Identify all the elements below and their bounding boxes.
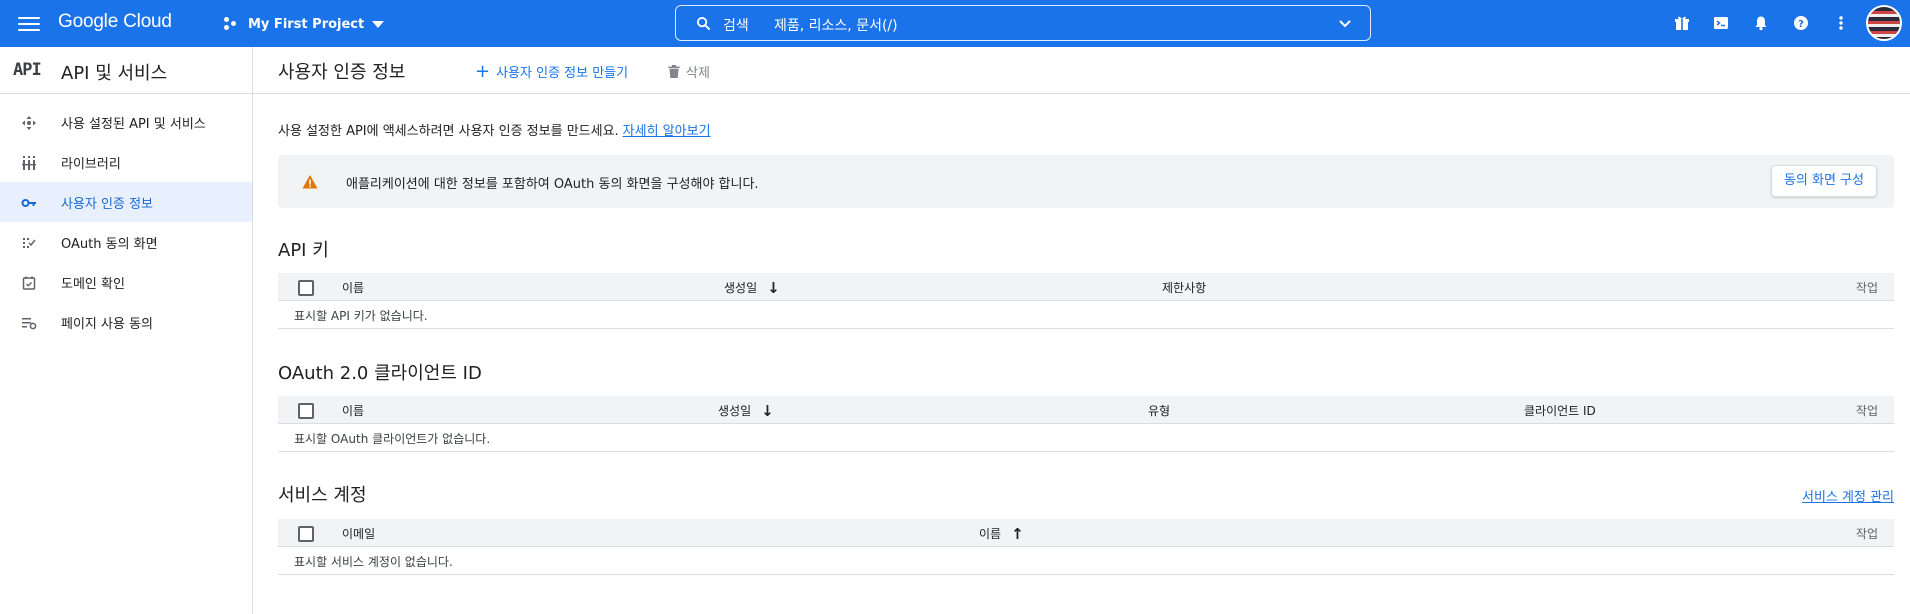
configure-consent-button[interactable]: 동의 화면 구성 xyxy=(1770,165,1877,197)
sidebar-item-label: 도메인 확인 xyxy=(61,277,125,292)
arrow-down-icon: ↓ xyxy=(761,402,774,420)
sidebar-item-label: 페이지 사용 동의 xyxy=(61,317,153,332)
sidebar-item-credentials[interactable]: 사용자 인증 정보 xyxy=(0,182,252,222)
column-created[interactable]: 생성일 ↓ xyxy=(724,279,780,296)
search-label: 검색 xyxy=(723,18,749,34)
avatar[interactable] xyxy=(1866,5,1902,41)
help-icon[interactable]: ? xyxy=(1790,12,1812,34)
trash-icon xyxy=(668,65,680,78)
select-all-checkbox[interactable] xyxy=(298,280,314,296)
menu-icon[interactable] xyxy=(18,13,40,33)
search-placeholder: 제품, 리소스, 문서(/) xyxy=(774,18,898,34)
column-name-label: 이름 xyxy=(979,527,1002,541)
empty-message: 표시할 OAuth 클라이언트가 없습니다. xyxy=(294,432,491,446)
arrow-up-icon: ↑ xyxy=(1011,525,1024,543)
project-name: My First Project xyxy=(248,16,365,32)
enabled-apis-icon xyxy=(22,116,36,130)
oauth-clients-title: OAuth 2.0 클라이언트 ID xyxy=(278,363,482,384)
project-icon xyxy=(224,17,240,31)
intro-description: 사용 설정한 API에 액세스하려면 사용자 인증 정보를 만드세요. xyxy=(278,124,619,139)
search-bar[interactable]: 검색 제품, 리소스, 문서(/) xyxy=(675,5,1371,41)
sidebar-item-enabled-apis[interactable]: 사용 설정된 API 및 서비스 xyxy=(0,102,252,142)
intro-text: 사용 설정한 API에 액세스하려면 사용자 인증 정보를 만드세요. 자세히 알… xyxy=(278,120,711,139)
warning-icon xyxy=(302,175,318,189)
create-credentials-label: 사용자 인증 정보 만들기 xyxy=(496,66,629,81)
empty-message: 표시할 API 키가 없습니다. xyxy=(294,309,428,323)
table-header: 이름 생성일 ↓ 유형 클라이언트 ID 작업 xyxy=(278,396,1894,424)
learn-more-link[interactable]: 자세히 알아보기 xyxy=(623,124,711,139)
project-selector[interactable]: My First Project xyxy=(224,13,385,35)
arrow-down-icon: ↓ xyxy=(767,279,780,297)
table-header: 이메일 이름 ↑ 작업 xyxy=(278,519,1894,547)
sidebar-header: API API 및 서비스 xyxy=(0,47,253,94)
plus-icon: + xyxy=(475,60,491,82)
gift-icon[interactable] xyxy=(1671,12,1693,34)
empty-row: 표시할 API 키가 없습니다. xyxy=(278,301,1894,329)
more-vert-icon[interactable] xyxy=(1830,12,1852,34)
column-created[interactable]: 생성일 ↓ xyxy=(718,402,774,419)
sidebar: API API 및 서비스 사용 설정된 API 및 서비스 라이브러리 사용자… xyxy=(0,47,253,614)
manage-service-accounts-link[interactable]: 서비스 계정 관리 xyxy=(1802,486,1894,505)
terminal-icon[interactable] xyxy=(1710,12,1732,34)
api-keys-title: API 키 xyxy=(278,240,329,261)
column-client-id: 클라이언트 ID xyxy=(1524,404,1596,418)
page-usage-icon xyxy=(22,318,37,330)
page-title: 사용자 인증 정보 xyxy=(278,62,406,83)
table-header: 이름 생성일 ↓ 제한사항 작업 xyxy=(278,273,1894,301)
column-name[interactable]: 이름 xyxy=(342,279,364,296)
library-icon xyxy=(22,156,36,170)
column-actions: 작업 xyxy=(1855,404,1878,418)
sidebar-item-label: 라이브러리 xyxy=(61,157,121,172)
search-icon xyxy=(696,16,711,31)
sidebar-item-page-usage[interactable]: 페이지 사용 동의 xyxy=(0,302,252,342)
consent-warning-banner: 애플리케이션에 대한 정보를 포함하여 OAuth 동의 화면을 구성해야 합니… xyxy=(278,155,1894,208)
sidebar-item-library[interactable]: 라이브러리 xyxy=(0,142,252,182)
delete-label: 삭제 xyxy=(686,66,710,81)
column-restrictions: 제한사항 xyxy=(1162,281,1207,295)
select-all-checkbox[interactable] xyxy=(298,526,314,542)
top-bar: Google Cloud My First Project 검색 제품, 리소스… xyxy=(0,0,1910,47)
column-name[interactable]: 이름 ↑ xyxy=(979,525,1024,542)
empty-message: 표시할 서비스 계정이 없습니다. xyxy=(294,555,453,569)
sidebar-item-oauth-consent[interactable]: OAuth 동의 화면 xyxy=(0,222,252,262)
oauth-icon xyxy=(23,238,36,248)
sidebar-item-label: 사용자 인증 정보 xyxy=(61,197,153,212)
domain-check-icon xyxy=(22,276,36,290)
google-cloud-logo[interactable]: Google Cloud xyxy=(58,11,172,33)
api-logo: API xyxy=(13,60,42,80)
chevron-down-icon[interactable] xyxy=(1338,17,1352,31)
delete-button[interactable]: 삭제 xyxy=(668,62,710,81)
column-type[interactable]: 유형 xyxy=(1148,402,1170,419)
bell-icon[interactable] xyxy=(1750,12,1772,34)
select-all-checkbox[interactable] xyxy=(298,403,314,419)
sidebar-item-label: 사용 설정된 API 및 서비스 xyxy=(61,117,206,132)
service-accounts-title: 서비스 계정 xyxy=(278,485,367,506)
column-name[interactable]: 이름 xyxy=(342,402,364,419)
empty-row: 표시할 OAuth 클라이언트가 없습니다. xyxy=(278,424,1894,452)
caret-down-icon xyxy=(372,20,385,28)
svg-text:?: ? xyxy=(1798,19,1804,30)
sidebar-title: API 및 서비스 xyxy=(61,63,168,84)
column-actions: 작업 xyxy=(1855,527,1878,541)
sidebar-item-domain-verification[interactable]: 도메인 확인 xyxy=(0,262,252,302)
column-actions: 작업 xyxy=(1855,281,1878,295)
page-header: 사용자 인증 정보 + 사용자 인증 정보 만들기 삭제 xyxy=(253,47,1910,94)
key-icon xyxy=(21,199,36,207)
warning-text: 애플리케이션에 대한 정보를 포함하여 OAuth 동의 화면을 구성해야 합니… xyxy=(346,177,759,192)
column-created-label: 생성일 xyxy=(724,281,758,295)
column-created-label: 생성일 xyxy=(718,404,752,418)
column-email[interactable]: 이메일 xyxy=(342,525,375,542)
sidebar-item-label: OAuth 동의 화면 xyxy=(61,237,158,252)
empty-row: 표시할 서비스 계정이 없습니다. xyxy=(278,547,1894,575)
create-credentials-button[interactable]: + 사용자 인증 정보 만들기 xyxy=(475,62,628,81)
